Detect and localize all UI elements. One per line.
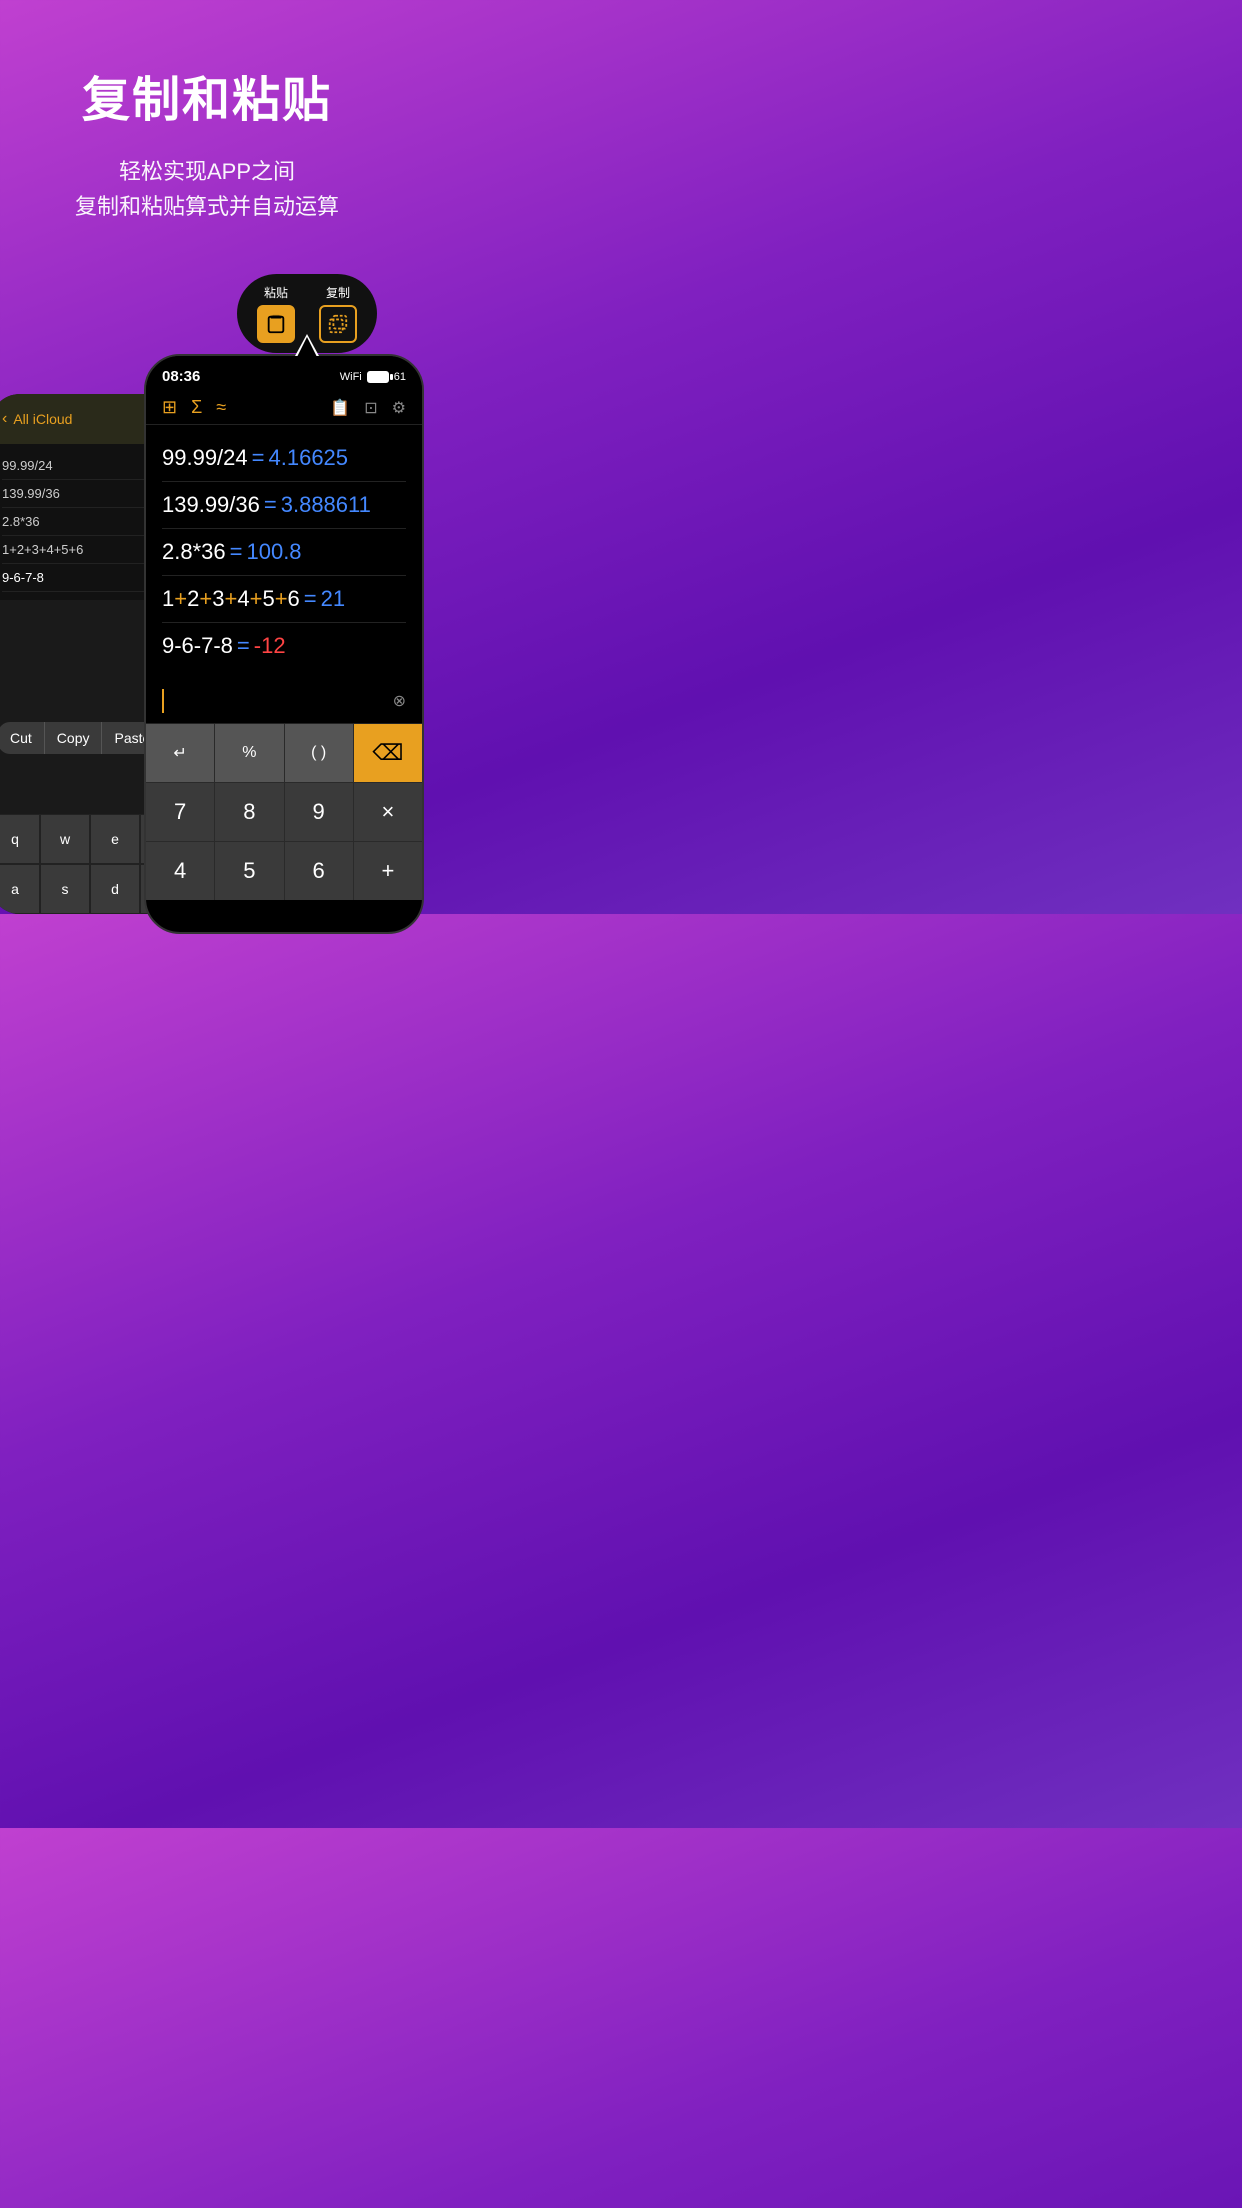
- key-8[interactable]: 8: [215, 783, 283, 841]
- expr-3: 2.8*36: [162, 539, 226, 565]
- tooltip-area: 粘贴 复制: [17, 274, 397, 354]
- clipboard-paste-svg: [265, 313, 287, 335]
- paste-icon: [257, 305, 295, 343]
- copy-button[interactable]: Copy: [45, 722, 103, 754]
- key-q[interactable]: q: [0, 814, 40, 864]
- copy-toolbar-icon[interactable]: ⊡: [364, 398, 377, 418]
- arrow-pointer: [295, 334, 319, 356]
- toolbar-left: ⊞ Σ ≈: [162, 397, 226, 418]
- calculator-display: 99.99/24 = 4.16625 139.99/36 = 3.888611 …: [146, 425, 422, 679]
- app-toolbar: ⊞ Σ ≈ 📋 ⊡ ⚙: [146, 391, 422, 425]
- calc-row-3: 2.8*36 = 100.8: [162, 529, 406, 576]
- key-parens[interactable]: ( ): [285, 724, 353, 782]
- key-multiply[interactable]: ×: [354, 783, 422, 841]
- phones-area: ‹ All iCloud 99.99/24 139.99/36 2.8*36 1…: [0, 354, 414, 914]
- key-percent[interactable]: %: [215, 724, 283, 782]
- equals-3: =: [230, 539, 243, 565]
- settings-icon[interactable]: ⚙: [392, 398, 406, 418]
- header-section: 复制和粘贴 轻松实现APP之间 复制和粘贴算式并自动运算: [0, 0, 414, 254]
- paste-label: 粘贴: [264, 284, 288, 301]
- key-enter[interactable]: ↵: [146, 724, 214, 782]
- copy-icon: [319, 305, 357, 343]
- expr-4: 1+2+3+4+5+6: [162, 586, 300, 612]
- key-backspace[interactable]: ⌫: [354, 724, 422, 782]
- page-title: 复制和粘贴: [20, 60, 394, 130]
- calc-row-1: 99.99/24 = 4.16625: [162, 435, 406, 482]
- text-cursor: [162, 689, 164, 713]
- approx-icon[interactable]: ≈: [216, 397, 226, 418]
- clear-button[interactable]: ⊗: [393, 691, 406, 711]
- copy-option[interactable]: 复制: [319, 284, 357, 343]
- battery-icon: [367, 371, 389, 383]
- calc-row-2: 139.99/36 = 3.888611: [162, 482, 406, 529]
- key-e[interactable]: e: [90, 814, 140, 864]
- copy-svg: [327, 313, 349, 335]
- expr-2: 139.99/36: [162, 492, 260, 518]
- keypad: ↵ % ( ) ⌫ 7 8 9 × 4 5 6 +: [146, 724, 422, 900]
- input-row[interactable]: ⊗: [146, 679, 422, 724]
- key-d[interactable]: d: [90, 864, 140, 914]
- key-6[interactable]: 6: [285, 842, 353, 900]
- signal-icon: WiFi: [340, 371, 362, 383]
- calc-row-4: 1+2+3+4+5+6 = 21: [162, 576, 406, 623]
- expr-1: 99.99/24: [162, 445, 248, 471]
- key-s[interactable]: s: [40, 864, 90, 914]
- copy-label: 复制: [326, 284, 350, 301]
- battery-percent: 61: [394, 371, 406, 383]
- key-7[interactable]: 7: [146, 783, 214, 841]
- history-icon[interactable]: ⊞: [162, 397, 177, 418]
- sum-icon[interactable]: Σ: [191, 397, 202, 418]
- key-w[interactable]: w: [40, 814, 90, 864]
- key-add[interactable]: +: [354, 842, 422, 900]
- result-1: 4.16625: [269, 445, 349, 471]
- cloud-label: All iCloud: [13, 411, 72, 427]
- equals-4: =: [304, 586, 317, 612]
- paste-option[interactable]: 粘贴: [257, 284, 295, 343]
- dynamic-island: [234, 366, 334, 394]
- equals-5: =: [237, 633, 250, 659]
- key-a[interactable]: a: [0, 864, 40, 914]
- calc-row-5: 9-6-7-8 = -12: [162, 623, 406, 669]
- status-time: 08:36: [162, 368, 200, 385]
- main-phone: 08:36 ▲ WiFi 61 ⊞ Σ ≈ 📋 ⊡ ⚙ 9: [144, 354, 424, 934]
- result-3: 100.8: [246, 539, 301, 565]
- equals-1: =: [252, 445, 265, 471]
- context-menu: Cut Copy Paste: [0, 722, 162, 754]
- status-icons: ▲ WiFi 61: [324, 371, 406, 383]
- page-subtitle: 轻松实现APP之间 复制和粘贴算式并自动运算: [20, 154, 394, 224]
- clipboard-icon[interactable]: 📋: [330, 398, 350, 418]
- back-arrow-icon: ‹: [2, 410, 7, 428]
- result-4: 21: [321, 586, 345, 612]
- expr-5: 9-6-7-8: [162, 633, 233, 659]
- key-4[interactable]: 4: [146, 842, 214, 900]
- cut-button[interactable]: Cut: [0, 722, 45, 754]
- result-5: -12: [254, 633, 286, 659]
- equals-2: =: [264, 492, 277, 518]
- result-2: 3.888611: [281, 492, 371, 518]
- key-9[interactable]: 9: [285, 783, 353, 841]
- toolbar-right: 📋 ⊡ ⚙: [330, 398, 406, 418]
- key-5[interactable]: 5: [215, 842, 283, 900]
